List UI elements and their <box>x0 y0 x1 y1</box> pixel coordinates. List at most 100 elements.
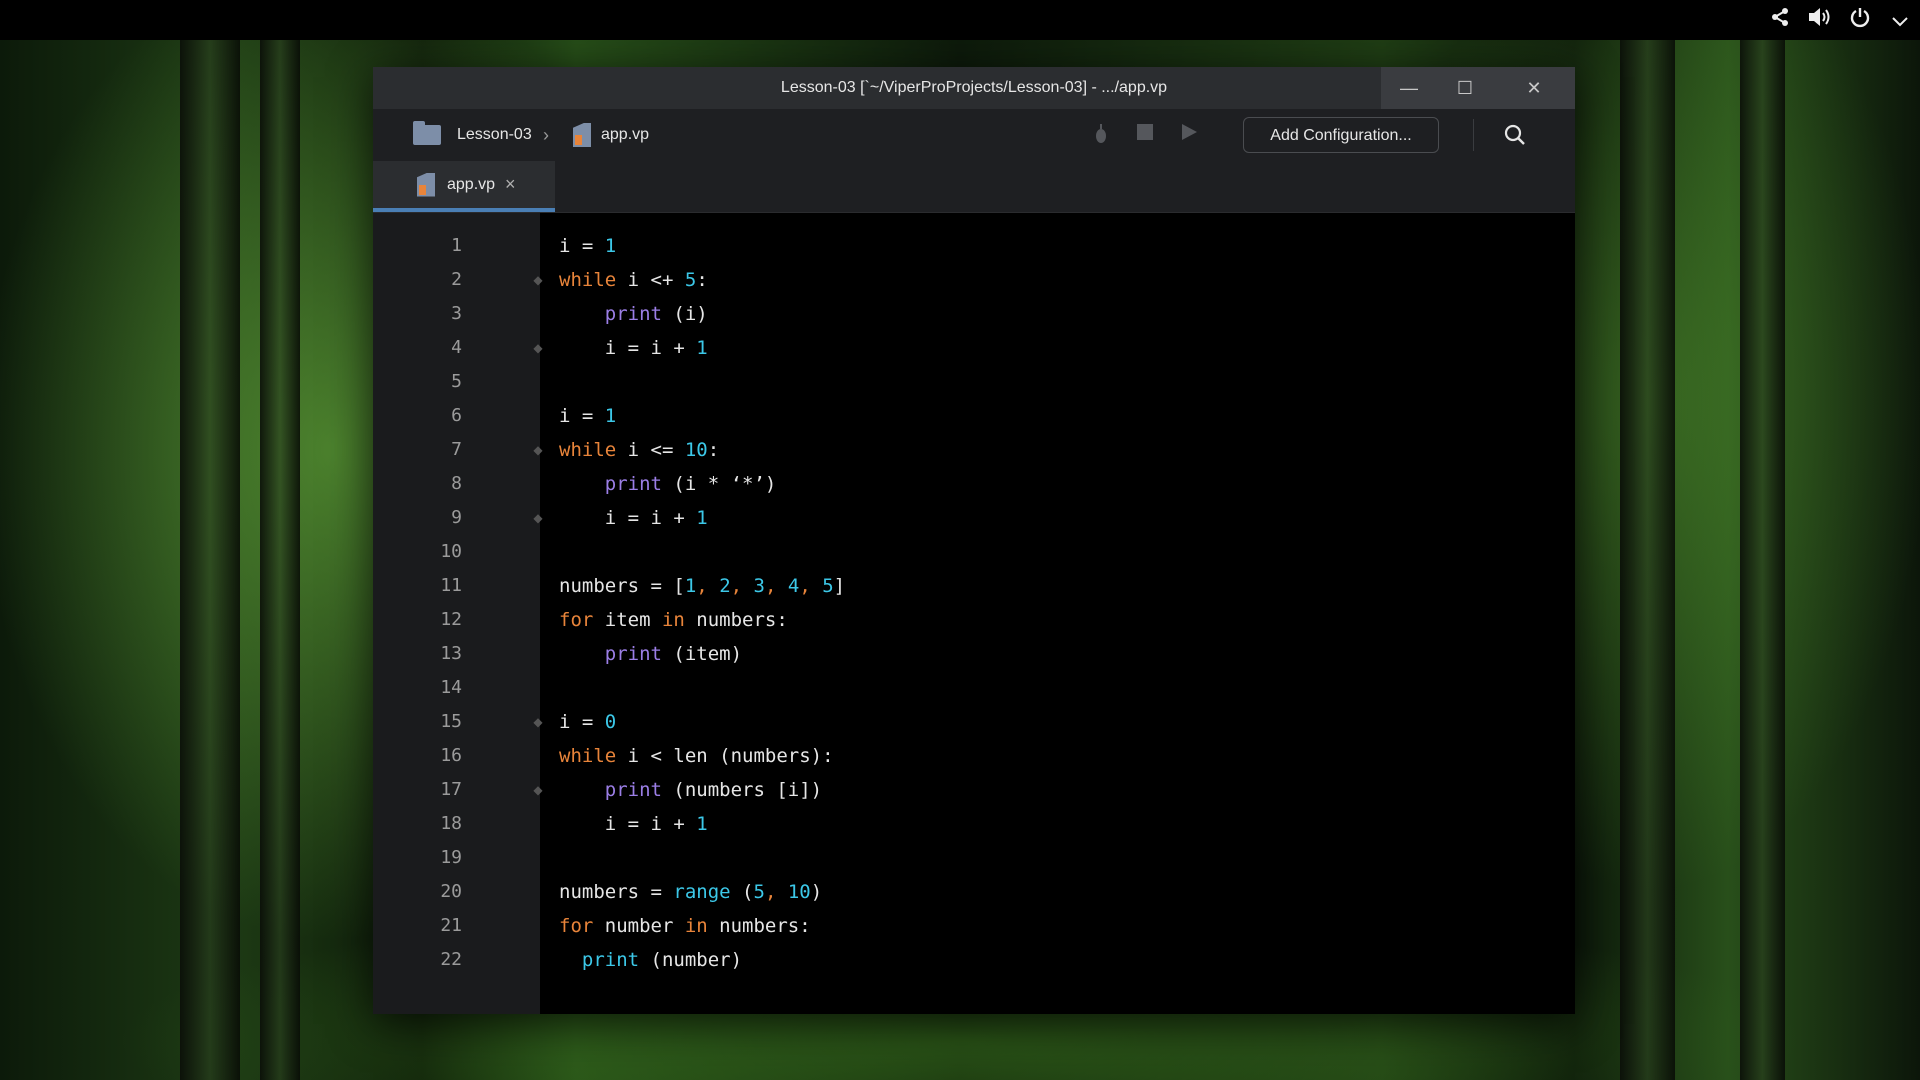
tab-app-vp[interactable]: app.vp × <box>373 161 555 212</box>
code-token: (i * ‘*’) <box>661 473 777 495</box>
editor-tab-bar: app.vp × <box>373 161 1575 213</box>
code-line: numbers = range (5, 10) <box>559 875 822 909</box>
title-bar[interactable]: Lesson-03 [`~/ViperProProjects/Lesson-03… <box>373 67 1575 109</box>
code-token: numbers: <box>707 915 811 937</box>
folder-icon <box>413 121 441 145</box>
breadcrumb-project[interactable]: Lesson-03 <box>413 109 532 161</box>
maximize-button[interactable]: ☐ <box>1437 67 1493 109</box>
code-token: for <box>559 609 594 631</box>
code-token: numbers: <box>684 609 788 631</box>
code-token: ( <box>730 881 754 903</box>
tab-close-icon[interactable]: × <box>505 174 516 195</box>
code-token: 5 <box>822 575 834 597</box>
add-configuration-button[interactable]: Add Configuration... <box>1243 117 1439 153</box>
line-number: 19 <box>440 847 462 868</box>
code-token: print <box>604 303 662 325</box>
code-line: for number in numbers: <box>559 909 811 943</box>
line-number: 17 <box>440 779 462 800</box>
line-number: 21 <box>440 915 462 936</box>
chevron-right-icon: › <box>543 124 549 145</box>
code-token: 1 <box>696 813 708 835</box>
code-token: 5 <box>753 881 765 903</box>
code-token: = i + <box>616 813 697 835</box>
line-number: 20 <box>440 881 462 902</box>
code-token: i <box>604 507 617 529</box>
run-icon[interactable] <box>1177 123 1201 147</box>
search-icon[interactable] <box>1501 121 1529 149</box>
code-token: print <box>604 473 662 495</box>
code-token: 1 <box>604 405 617 427</box>
code-token: i <box>604 337 617 359</box>
fold-marker-icon[interactable]: ◆ <box>533 441 543 459</box>
breadcrumb-separator: › <box>543 109 549 161</box>
line-number: 14 <box>440 677 462 698</box>
code-token: <+ <box>650 269 685 291</box>
line-number: 3 <box>451 303 462 324</box>
code-token: , <box>764 881 788 903</box>
code-token: , <box>730 575 754 597</box>
code-token: 1 <box>604 235 617 257</box>
code-token: 1 <box>684 575 697 597</box>
share-icon[interactable] <box>1760 7 1800 33</box>
code-token: = i + <box>616 507 697 529</box>
code-token: , <box>764 575 788 597</box>
code-token: in <box>684 915 708 937</box>
debug-icon[interactable] <box>1089 123 1113 147</box>
power-icon[interactable] <box>1840 6 1880 34</box>
fold-marker-icon[interactable]: ◆ <box>533 713 543 731</box>
fold-marker-icon[interactable]: ◆ <box>533 509 543 527</box>
code-token: i <box>559 405 571 427</box>
line-number: 4 <box>451 337 462 358</box>
breadcrumb-file[interactable]: app.vp <box>573 109 649 161</box>
code-token: : <box>707 439 720 461</box>
code-token: print <box>604 779 662 801</box>
minimize-button[interactable]: — <box>1381 67 1437 109</box>
code-token: = <box>570 405 605 427</box>
tab-label: app.vp <box>447 175 496 193</box>
code-token: i <box>559 711 571 733</box>
close-button[interactable]: ✕ <box>1493 67 1575 109</box>
navigation-bar: Lesson-03 › app.vp Add Configuration... <box>373 109 1575 161</box>
code-token: print <box>604 643 662 665</box>
toolbar-divider <box>1473 119 1474 151</box>
fold-marker-icon[interactable]: ◆ <box>533 339 543 357</box>
code-editor[interactable]: 1i = 1 2 ◆ while i <+ 5: 3 print (i) 4 ◆ i = i… <box>373 213 1575 1014</box>
background-tree <box>1620 40 1675 1080</box>
code-token: = <box>639 881 674 903</box>
code-token: print <box>581 949 640 971</box>
code-token: , <box>799 575 823 597</box>
code-token: ) <box>810 881 823 903</box>
line-number: 11 <box>440 575 462 596</box>
code-token: i <box>559 235 571 257</box>
code-token: 0 <box>604 711 617 733</box>
line-number: 12 <box>440 609 462 630</box>
code-token: (numbers [i]) <box>661 779 823 801</box>
fold-marker-icon[interactable]: ◆ <box>533 781 543 799</box>
code-token: (i) <box>661 303 708 325</box>
chevron-down-icon[interactable] <box>1880 7 1920 33</box>
fold-marker-icon[interactable]: ◆ <box>533 271 543 289</box>
line-number: 16 <box>440 745 462 766</box>
code-token: number <box>593 915 685 937</box>
code-token: (number) <box>639 949 743 971</box>
code-line: while i <+ 5: <box>559 263 708 297</box>
code-token: 3 <box>753 575 765 597</box>
line-number: 2 <box>451 269 462 290</box>
line-number: 13 <box>440 643 462 664</box>
volume-icon[interactable] <box>1800 6 1840 34</box>
code-line: numbers = [1, 2, 3, 4, 5] <box>559 569 845 603</box>
code-token: item <box>593 609 662 631</box>
code-token: numbers <box>559 881 640 903</box>
code-line: i = i + 1 <box>559 331 708 365</box>
code-line: print (item) <box>559 637 742 671</box>
code-token: 1 <box>696 507 708 529</box>
breadcrumb-file-label: app.vp <box>601 126 650 143</box>
code-token: = i + <box>616 337 697 359</box>
code-token: 10 <box>787 881 811 903</box>
stop-icon[interactable] <box>1133 123 1157 147</box>
code-token: ] <box>833 575 846 597</box>
